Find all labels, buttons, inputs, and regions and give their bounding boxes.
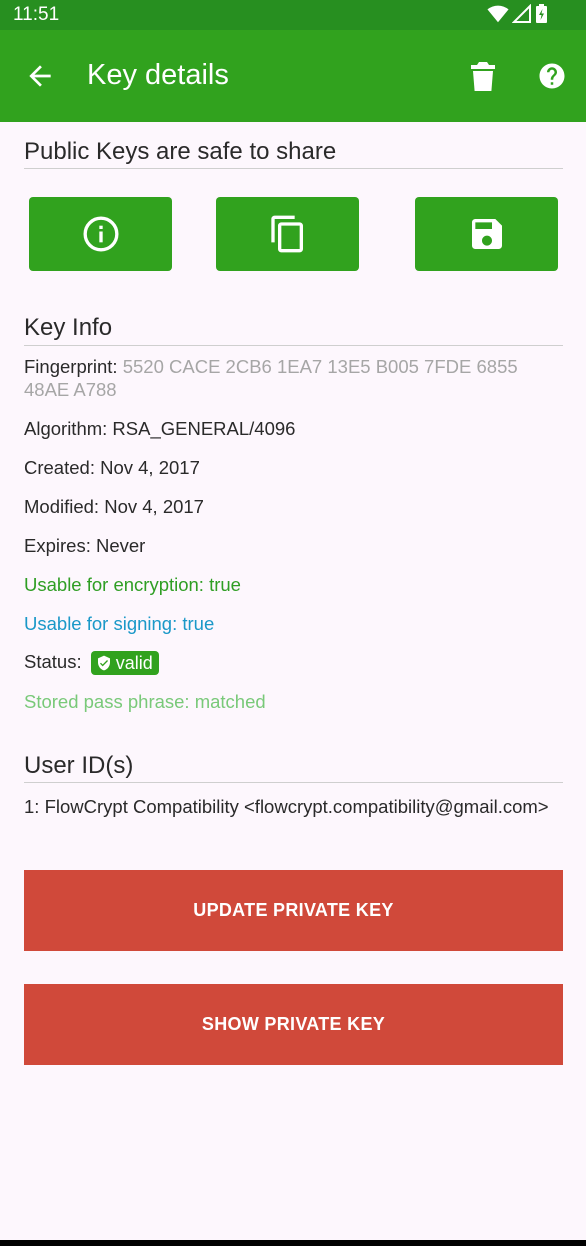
status-label: Status: bbox=[24, 651, 82, 672]
update-private-key-button[interactable]: UPDATE PRIVATE KEY bbox=[24, 870, 563, 951]
app-bar: Key details bbox=[0, 30, 586, 122]
page-title: Key details bbox=[87, 59, 229, 91]
back-button[interactable] bbox=[24, 60, 56, 92]
help-icon bbox=[539, 63, 565, 89]
usable-signing-line: Usable for signing: true bbox=[24, 613, 215, 634]
delete-icon bbox=[471, 62, 495, 91]
algorithm-line: Algorithm: RSA_GENERAL/4096 bbox=[24, 418, 296, 439]
signal-icon bbox=[512, 4, 531, 23]
status-line: Status: valid bbox=[24, 650, 564, 676]
shield-check-icon bbox=[97, 655, 110, 671]
key-info-header: Key Info bbox=[24, 314, 563, 346]
status-badge: valid bbox=[90, 651, 159, 676]
status-time: 11:51 bbox=[13, 4, 60, 25]
navigation-bar bbox=[0, 1240, 586, 1246]
copy-key-button[interactable] bbox=[216, 197, 359, 271]
show-private-key-button[interactable]: SHOW PRIVATE KEY bbox=[24, 984, 563, 1065]
battery-icon bbox=[536, 4, 547, 23]
user-id-item: 1: FlowCrypt Compatibility <flowcrypt.co… bbox=[24, 796, 549, 817]
save-icon bbox=[471, 219, 502, 249]
status-bar: 11:51 bbox=[0, 0, 586, 30]
modified-line: Modified: Nov 4, 2017 bbox=[24, 496, 204, 517]
public-keys-header: Public Keys are safe to share bbox=[24, 138, 563, 169]
info-icon bbox=[83, 216, 118, 252]
key-info-button[interactable] bbox=[29, 197, 172, 271]
copy-icon bbox=[270, 215, 303, 253]
expires-line: Expires: Never bbox=[24, 535, 146, 556]
fingerprint-label: Fingerprint: bbox=[24, 356, 118, 377]
wifi-icon bbox=[487, 5, 509, 23]
status-icons bbox=[487, 4, 548, 24]
user-ids-header: User ID(s) bbox=[24, 752, 563, 783]
created-line: Created: Nov 4, 2017 bbox=[24, 457, 200, 478]
status-badge-text: valid bbox=[115, 653, 153, 674]
save-key-button[interactable] bbox=[415, 197, 558, 271]
fingerprint-line: Fingerprint: 5520 CACE 2CB6 1EA7 13E5 B0… bbox=[24, 355, 564, 401]
back-arrow-icon bbox=[29, 65, 51, 87]
stored-pass-phrase-line: Stored pass phrase: matched bbox=[24, 691, 266, 712]
usable-encryption-line: Usable for encryption: true bbox=[24, 574, 241, 595]
delete-button[interactable] bbox=[469, 60, 497, 92]
help-button[interactable] bbox=[537, 61, 567, 91]
